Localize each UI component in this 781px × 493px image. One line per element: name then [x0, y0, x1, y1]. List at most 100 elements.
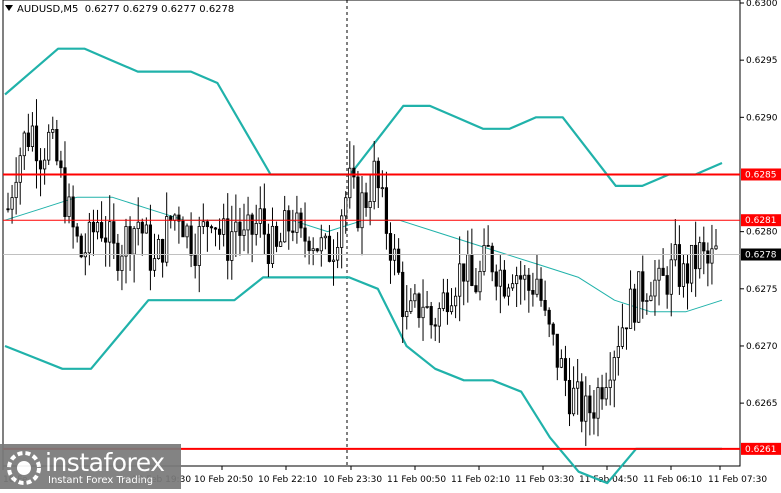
logo-tagline: Instant Forex Trading — [48, 475, 154, 486]
candle-body — [498, 269, 502, 287]
instaforex-logo-icon — [7, 451, 41, 485]
chart-canvas[interactable]: 0.6300 0.6295 0.6290 0.6280 0.6275 0.6270 0.62… — [0, 0, 781, 489]
candle-body — [539, 278, 543, 301]
candle — [87, 212, 91, 266]
candle — [429, 301, 433, 339]
candle — [706, 242, 710, 287]
candle — [502, 260, 507, 299]
price-chart[interactable]: 0.6300 0.6295 0.6290 0.6280 0.6275 0.6270 0.62… — [0, 0, 781, 489]
candle-body — [136, 221, 140, 230]
candle-body — [563, 358, 568, 381]
candle — [152, 233, 157, 277]
candle — [47, 124, 51, 165]
candle-body — [315, 248, 319, 252]
candle-body — [397, 248, 401, 273]
candle-body — [189, 225, 193, 256]
candle — [311, 237, 315, 266]
candle-body — [360, 192, 364, 229]
candle-body — [238, 221, 242, 236]
candle — [26, 113, 30, 152]
candle — [698, 236, 702, 279]
candle — [527, 268, 531, 313]
candle — [238, 207, 242, 256]
candle — [242, 203, 246, 252]
candle — [604, 372, 608, 406]
candle — [401, 261, 405, 343]
candle-body — [527, 274, 531, 291]
candle-body — [59, 160, 63, 169]
candle-body — [519, 275, 523, 280]
candle — [588, 385, 592, 436]
candle — [437, 302, 441, 343]
candle — [633, 283, 637, 331]
candle — [637, 271, 641, 323]
candle — [234, 194, 238, 258]
candle-body — [303, 227, 307, 242]
candle-body — [515, 275, 519, 285]
candle — [397, 238, 401, 275]
candle — [608, 352, 612, 406]
dropdown-triangle-icon[interactable] — [5, 5, 13, 11]
candle-body — [331, 259, 336, 262]
candle-body — [91, 221, 96, 233]
candle — [258, 186, 262, 238]
candle — [136, 197, 140, 246]
candle — [43, 148, 47, 185]
candle-body — [87, 221, 91, 254]
candle — [547, 307, 551, 338]
candle — [108, 195, 112, 267]
time-tick-label: 11 Feb 06:10 — [643, 475, 702, 485]
candle-body — [222, 218, 226, 235]
candle-body — [75, 226, 79, 237]
time-tick-label: 11 Feb 02:10 — [451, 475, 510, 485]
candle-body — [588, 395, 592, 414]
candle — [319, 224, 323, 267]
candle — [405, 285, 409, 330]
candle — [270, 207, 275, 268]
candle-body — [669, 259, 673, 295]
time-tick-label: 11 Feb 00:50 — [387, 475, 446, 485]
candle-body — [148, 224, 153, 271]
level-label: 0.6261 — [745, 445, 777, 455]
candle-body — [445, 292, 450, 313]
candle-body — [364, 192, 368, 208]
candle — [287, 205, 291, 250]
candle — [38, 148, 43, 197]
candle — [230, 205, 234, 280]
candle-body — [193, 254, 197, 266]
candle — [140, 218, 144, 256]
price-tick-label: 0.6290 — [746, 113, 778, 123]
candle — [71, 185, 75, 249]
candle-body — [608, 379, 612, 388]
candle — [67, 183, 71, 224]
logo-brand: instaforex — [45, 448, 165, 477]
candle — [161, 238, 165, 278]
candle — [205, 219, 209, 252]
time-tick-label: 10 Feb 23:30 — [323, 475, 382, 485]
level-label: 0.6285 — [745, 170, 777, 180]
candle-body — [140, 221, 144, 234]
candle — [523, 265, 527, 301]
candle — [478, 260, 482, 301]
price-tick-label: 0.6280 — [746, 228, 778, 238]
candle-body — [624, 327, 629, 330]
candle — [356, 170, 360, 232]
candle — [433, 317, 437, 342]
candle-body — [685, 263, 690, 284]
candle — [299, 207, 303, 238]
candle-body — [409, 300, 413, 312]
candle-body — [258, 208, 262, 224]
candle-body — [327, 235, 332, 262]
candle — [124, 218, 128, 284]
candle-body — [596, 387, 600, 419]
candle — [51, 116, 55, 139]
candle-body — [506, 287, 511, 297]
candle-body — [295, 212, 299, 233]
candle — [567, 357, 572, 427]
candle-body — [205, 221, 209, 228]
candle-body — [714, 245, 718, 250]
candle — [616, 325, 620, 376]
candle-body — [584, 395, 588, 422]
candle-body — [401, 271, 405, 318]
candle-body — [99, 222, 104, 239]
